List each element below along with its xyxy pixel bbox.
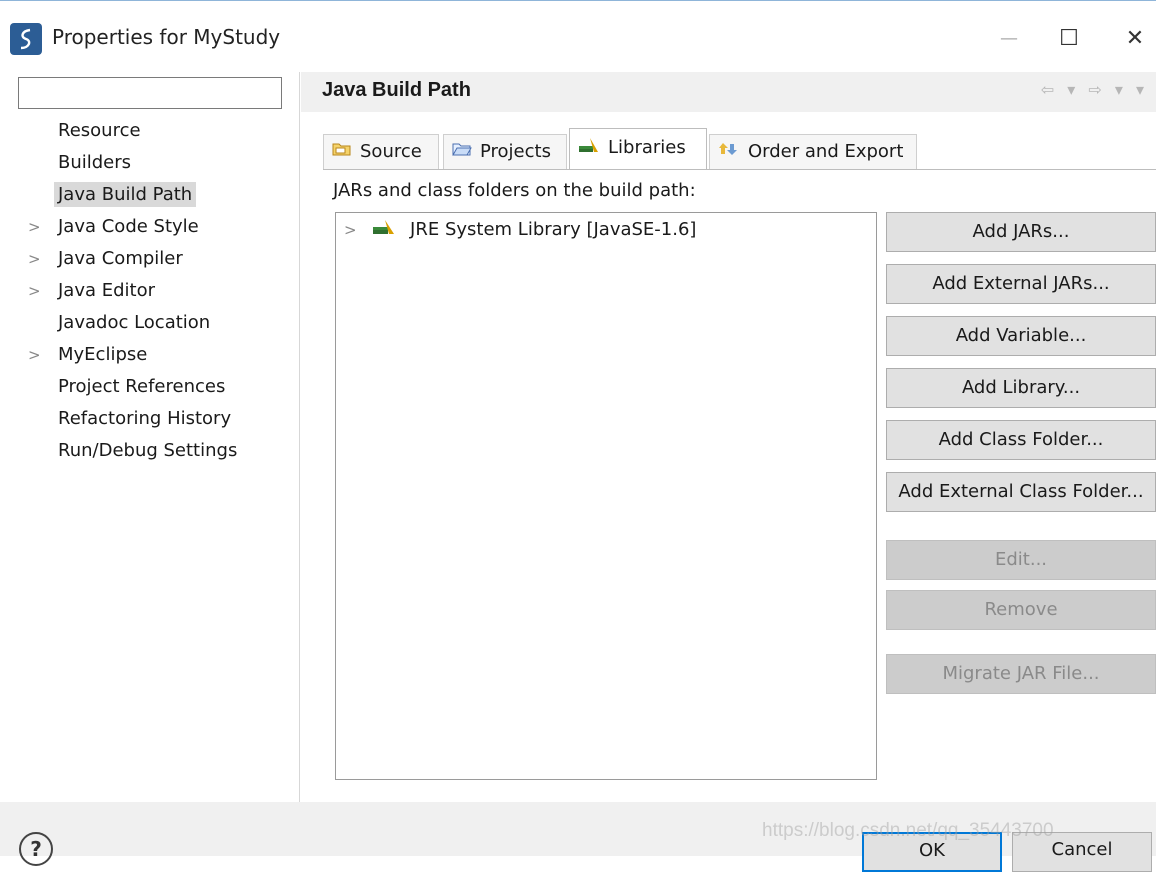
- library-icon: [372, 219, 396, 240]
- tab-projects[interactable]: Projects: [443, 134, 567, 170]
- window-title: Properties for MyStudy: [52, 25, 281, 49]
- nav-item-label: Java Editor: [58, 280, 156, 301]
- minimize-button[interactable]: —: [986, 15, 1032, 61]
- build-path-button[interactable]: Migrate JAR File...: [886, 654, 1156, 694]
- source-folder-icon: [332, 135, 352, 169]
- nav-item[interactable]: > Java Compiler: [28, 244, 187, 274]
- close-button[interactable]: ✕: [1112, 15, 1156, 61]
- build-path-button[interactable]: Add External Class Folder...: [886, 472, 1156, 512]
- library-icon: [578, 129, 600, 167]
- nav-item-label: Resource: [58, 120, 141, 141]
- build-path-entries-tree[interactable]: > JRE System Library [JavaSE-1.6]: [335, 212, 877, 780]
- library-entry-label: JRE System Library [JavaSE-1.6]: [410, 219, 697, 240]
- library-entry[interactable]: > JRE System Library [JavaSE-1.6]: [344, 219, 696, 240]
- expand-chevron-icon[interactable]: >: [28, 244, 54, 274]
- nav-item[interactable]: Run/Debug Settings: [28, 436, 241, 466]
- expand-chevron-icon[interactable]: >: [344, 221, 357, 239]
- build-path-button[interactable]: Edit...: [886, 540, 1156, 580]
- nav-item-label: Java Build Path: [54, 182, 197, 207]
- nav-item[interactable]: Builders: [28, 148, 135, 178]
- tab-source[interactable]: Source: [323, 134, 439, 170]
- nav-item[interactable]: Refactoring History: [28, 404, 235, 434]
- tab-source-label: Source: [360, 141, 422, 162]
- nav-item[interactable]: Java Build Path: [28, 180, 197, 210]
- close-icon: ✕: [1125, 25, 1145, 51]
- minimize-icon: —: [1000, 27, 1018, 49]
- expand-chevron-icon[interactable]: >: [28, 212, 54, 242]
- history-nav-arrows[interactable]: ⇦ ▾ ⇨ ▾ ▾: [1041, 80, 1148, 99]
- tab-order-and-export[interactable]: Order and Export: [709, 134, 917, 170]
- watermark-text: https://blog.csdn.net/qq_35443700: [762, 820, 1054, 841]
- nav-item-label: MyEclipse: [58, 344, 148, 365]
- nav-item-label: Javadoc Location: [58, 312, 211, 333]
- libraries-tab-panel: JARs and class folders on the build path…: [323, 169, 1156, 795]
- build-path-label: JARs and class folders on the build path…: [333, 180, 696, 201]
- myeclipse-logo-icon: [10, 23, 42, 55]
- nav-item[interactable]: Project References: [28, 372, 229, 402]
- nav-item[interactable]: > MyEclipse: [28, 340, 151, 370]
- tab-libraries-label: Libraries: [608, 137, 686, 158]
- page-header: Java Build Path ⇦ ▾ ⇨ ▾ ▾: [301, 72, 1156, 112]
- expand-chevron-icon[interactable]: >: [28, 340, 54, 370]
- project-folder-icon: [452, 135, 472, 169]
- nav-item-label: Java Compiler: [58, 248, 183, 269]
- title-bar: Properties for MyStudy — ☐ ✕: [0, 0, 1156, 72]
- nav-item[interactable]: > Java Code Style: [28, 212, 203, 242]
- maximize-icon: ☐: [1059, 25, 1079, 51]
- tab-libraries[interactable]: Libraries: [569, 128, 707, 170]
- help-icon[interactable]: ?: [19, 832, 53, 866]
- order-export-icon: [718, 135, 740, 169]
- nav-item[interactable]: > Java Editor: [28, 276, 159, 306]
- dialog-button-bar: ? OK Cancel https://blog.csdn.net/qq_354…: [0, 802, 1156, 872]
- build-path-button[interactable]: Add External JARs...: [886, 264, 1156, 304]
- build-path-button[interactable]: Remove: [886, 590, 1156, 630]
- nav-item-label: Refactoring History: [58, 408, 232, 429]
- tab-order-export-label: Order and Export: [748, 141, 904, 162]
- tab-projects-label: Projects: [480, 141, 551, 162]
- filter-input[interactable]: [18, 77, 282, 109]
- nav-item-label: Project References: [58, 376, 226, 397]
- properties-nav-pane: Resource Builders Java Build Path > Java Cod…: [0, 72, 300, 802]
- build-path-button[interactable]: Add Library...: [886, 368, 1156, 408]
- build-path-button[interactable]: Add Class Folder...: [886, 420, 1156, 460]
- nav-item-label: Builders: [58, 152, 132, 173]
- build-path-button[interactable]: Add Variable...: [886, 316, 1156, 356]
- nav-item[interactable]: Javadoc Location: [28, 308, 214, 338]
- page-title: Java Build Path: [322, 79, 471, 101]
- nav-item-label: Run/Debug Settings: [58, 440, 238, 461]
- property-page: Java Build Path ⇦ ▾ ⇨ ▾ ▾ Source Project…: [301, 72, 1156, 802]
- expand-chevron-icon[interactable]: >: [28, 276, 54, 306]
- maximize-button[interactable]: ☐: [1046, 15, 1092, 61]
- nav-item-label: Java Code Style: [58, 216, 199, 237]
- nav-item[interactable]: Resource: [28, 116, 145, 146]
- build-path-button[interactable]: Add JARs...: [886, 212, 1156, 252]
